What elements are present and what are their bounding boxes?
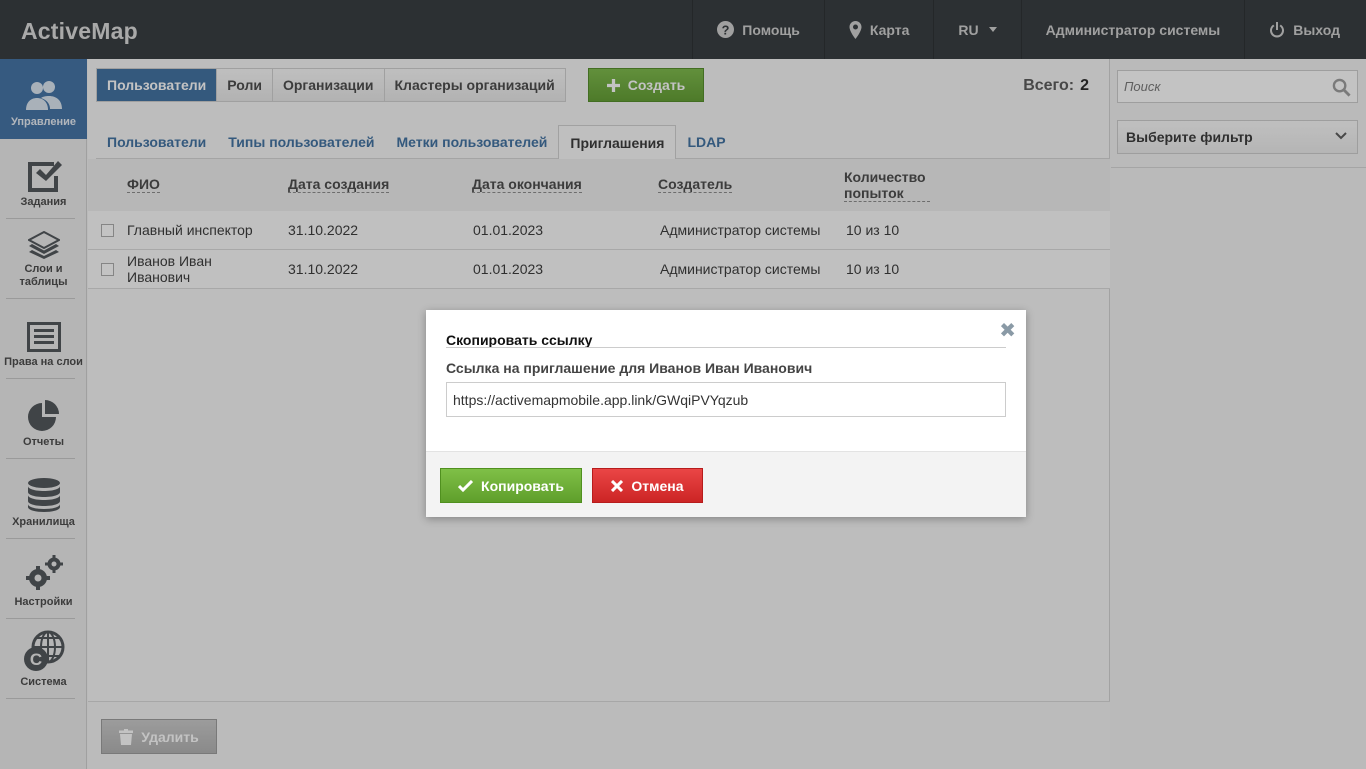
dialog-footer: Копировать Отмена	[426, 451, 1026, 517]
copy-link-dialog: Скопировать ссылку ✖ Ссылка на приглашен…	[426, 310, 1026, 517]
link-field[interactable]	[447, 383, 1005, 416]
dialog-title: Скопировать ссылку	[446, 332, 593, 348]
cancel-label: Отмена	[631, 477, 684, 494]
divider	[446, 347, 1006, 348]
cancel-button[interactable]: Отмена	[592, 468, 703, 503]
copy-button[interactable]: Копировать	[440, 468, 582, 503]
link-field-wrapper	[446, 382, 1006, 417]
close-icon	[611, 479, 624, 492]
checkmark-icon	[458, 479, 474, 492]
link-label: Ссылка на приглашение для Иванов Иван Ив…	[446, 360, 813, 376]
close-icon[interactable]: ✖	[999, 318, 1016, 343]
copy-label: Копировать	[481, 477, 564, 494]
